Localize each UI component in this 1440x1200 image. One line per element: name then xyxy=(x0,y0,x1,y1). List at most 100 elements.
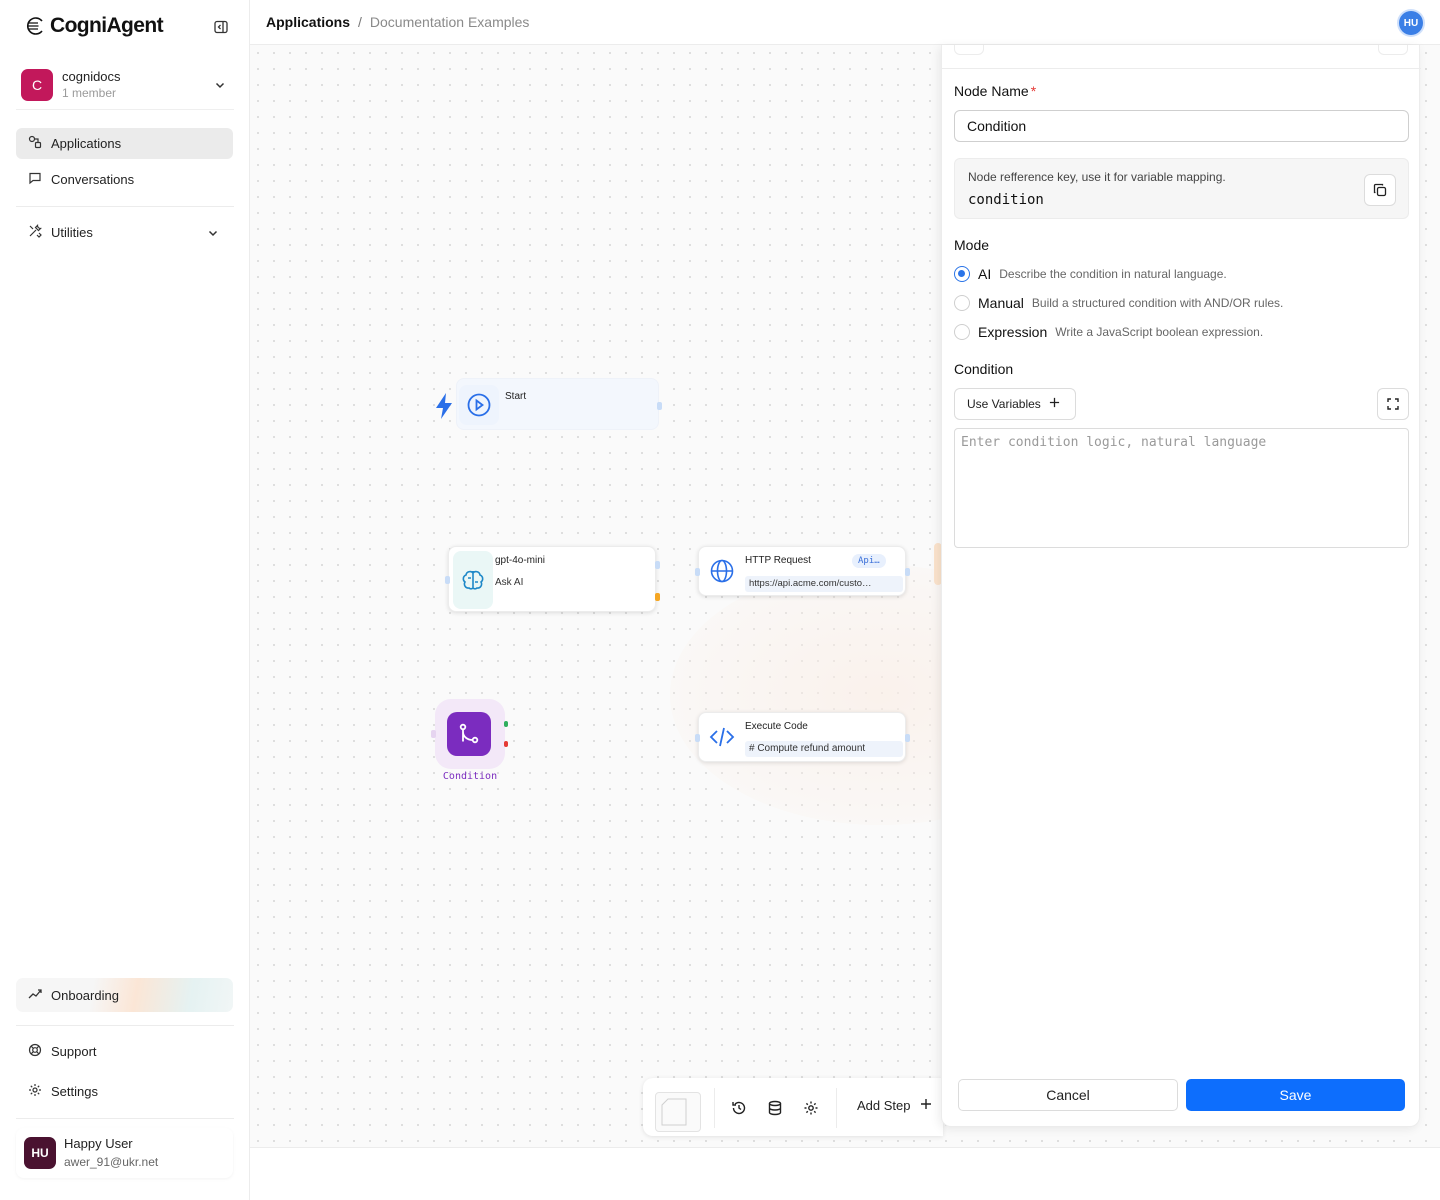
divider xyxy=(836,1088,837,1128)
nav-settings[interactable]: Settings xyxy=(16,1076,233,1107)
http-node-badge: Api… xyxy=(852,554,886,568)
org-name: cognidocs xyxy=(62,68,121,84)
chevron-down-icon xyxy=(214,78,226,96)
mode-option-ai[interactable]: AI Describe the condition in natural lan… xyxy=(954,265,1227,283)
http-node-url: https://api.acme.com/custo… xyxy=(745,576,903,592)
node-name-input[interactable] xyxy=(954,110,1409,142)
breadcrumb: Applications / Documentation Examples xyxy=(266,14,529,30)
nav-applications-label: Applications xyxy=(51,136,122,151)
panel-node-icon xyxy=(954,45,984,55)
app-logo[interactable]: CogniAgent xyxy=(26,14,164,38)
reference-key-value: condition xyxy=(968,192,1044,208)
logo-icon xyxy=(27,17,43,35)
add-step-button[interactable]: Add Step xyxy=(857,1098,932,1113)
condition-label: Condition xyxy=(954,361,1014,377)
code-icon xyxy=(702,717,742,757)
org-switcher[interactable]: C cognidocs 1 member xyxy=(16,60,234,110)
panel-header xyxy=(942,45,1421,69)
mode-label: Mode xyxy=(954,237,990,253)
mode-expression-desc: Write a JavaScript boolean expression. xyxy=(1055,325,1264,339)
chat-icon xyxy=(28,171,42,188)
cancel-button[interactable]: Cancel xyxy=(958,1079,1178,1111)
http-node-title: HTTP Request xyxy=(745,555,811,566)
mode-option-expression[interactable]: Expression Write a JavaScript boolean ex… xyxy=(954,323,1263,341)
output-handle[interactable] xyxy=(655,561,660,569)
reference-key-box: Node refference key, use it for variable… xyxy=(954,158,1409,219)
copy-icon[interactable] xyxy=(1364,174,1396,206)
use-variables-button[interactable]: Use Variables xyxy=(954,388,1076,420)
radio-manual[interactable] xyxy=(954,295,970,311)
required-mark: * xyxy=(1030,83,1037,99)
user-profile[interactable]: HU Happy User awer_91@ukr.net xyxy=(16,1128,233,1178)
trigger-bolt-icon xyxy=(434,392,454,425)
save-button[interactable]: Save xyxy=(1186,1079,1405,1111)
condition-node-label: Condition xyxy=(442,771,498,782)
breadcrumb-applications[interactable]: Applications xyxy=(266,14,350,30)
radio-expression[interactable] xyxy=(954,324,970,340)
nav-applications[interactable]: Applications xyxy=(16,128,233,159)
collapse-sidebar-icon[interactable] xyxy=(212,18,230,36)
output-handle[interactable] xyxy=(905,568,910,576)
globe-icon xyxy=(702,551,742,591)
input-handle[interactable] xyxy=(695,568,700,576)
top-bar: Applications / Documentation Examples HU xyxy=(250,0,1440,45)
mode-ai-label: AI xyxy=(978,266,992,282)
nav-conversations-label: Conversations xyxy=(51,172,135,187)
breadcrumb-separator: / xyxy=(358,14,362,30)
gear-icon[interactable] xyxy=(803,1100,819,1116)
divider xyxy=(714,1088,715,1128)
plus-icon xyxy=(920,1098,932,1113)
divider xyxy=(16,1025,234,1026)
sidebar: CogniAgent C cognidocs 1 member Applicat… xyxy=(0,0,250,1200)
nav-onboarding[interactable]: Onboarding xyxy=(16,978,233,1012)
nav-utilities-label: Utilities xyxy=(51,225,93,240)
ai-node-model: gpt-4o-mini xyxy=(495,555,546,566)
input-handle[interactable] xyxy=(695,734,700,742)
input-handle[interactable] xyxy=(445,576,450,584)
user-email: awer_91@ukr.net xyxy=(64,1155,159,1169)
user-avatar: HU xyxy=(24,1137,56,1169)
header-avatar[interactable]: HU xyxy=(1399,11,1423,35)
execute-code-node[interactable]: Execute Code # Compute refund amount xyxy=(695,712,910,762)
nav-conversations[interactable]: Conversations xyxy=(16,164,233,195)
use-variables-label: Use Variables xyxy=(967,397,1041,411)
start-node-title: Start xyxy=(505,391,527,402)
start-node[interactable]: Start xyxy=(456,378,662,430)
nav-support-label: Support xyxy=(51,1044,97,1059)
nav-support[interactable]: Support xyxy=(16,1036,233,1067)
history-icon[interactable] xyxy=(731,1100,747,1116)
radio-ai[interactable] xyxy=(954,266,970,282)
divider xyxy=(16,206,234,207)
code-node-preview: # Compute refund amount xyxy=(745,741,903,757)
input-handle[interactable] xyxy=(431,730,436,738)
output-handle[interactable] xyxy=(905,734,910,742)
chevron-down-icon xyxy=(207,227,219,242)
org-members: 1 member xyxy=(62,85,117,100)
node-name-label: Node Name * xyxy=(954,83,1037,99)
applications-icon xyxy=(28,135,42,152)
output-handle[interactable] xyxy=(657,402,662,410)
error-handle[interactable] xyxy=(655,593,660,601)
user-name: Happy User xyxy=(64,1136,133,1151)
http-request-node[interactable]: HTTP Request Api… https://api.acme.com/c… xyxy=(695,546,910,596)
nav-utilities[interactable]: Utilities xyxy=(16,217,233,248)
false-handle[interactable] xyxy=(504,741,508,747)
database-icon[interactable] xyxy=(767,1100,783,1116)
minimap[interactable] xyxy=(655,1092,701,1132)
ai-node-subtitle: Ask AI xyxy=(495,577,524,588)
reference-key-hint: Node refference key, use it for variable… xyxy=(968,170,1226,184)
condition-node[interactable] xyxy=(431,699,508,769)
mode-option-manual[interactable]: Manual Build a structured condition with… xyxy=(954,294,1283,312)
divider xyxy=(16,1118,234,1119)
ai-node[interactable]: gpt-4o-mini Ask AI xyxy=(445,546,660,612)
tools-icon xyxy=(28,224,42,241)
canvas-toolbar: Add Step xyxy=(643,1078,943,1136)
close-icon[interactable] xyxy=(1378,45,1408,55)
expand-icon[interactable] xyxy=(1377,388,1409,420)
plus-icon xyxy=(1049,397,1060,411)
mode-manual-desc: Build a structured condition with AND/OR… xyxy=(1031,296,1284,310)
condition-input[interactable] xyxy=(954,428,1409,548)
nav-onboarding-label: Onboarding xyxy=(51,987,119,1003)
true-handle[interactable] xyxy=(504,721,508,727)
play-icon xyxy=(459,385,499,425)
